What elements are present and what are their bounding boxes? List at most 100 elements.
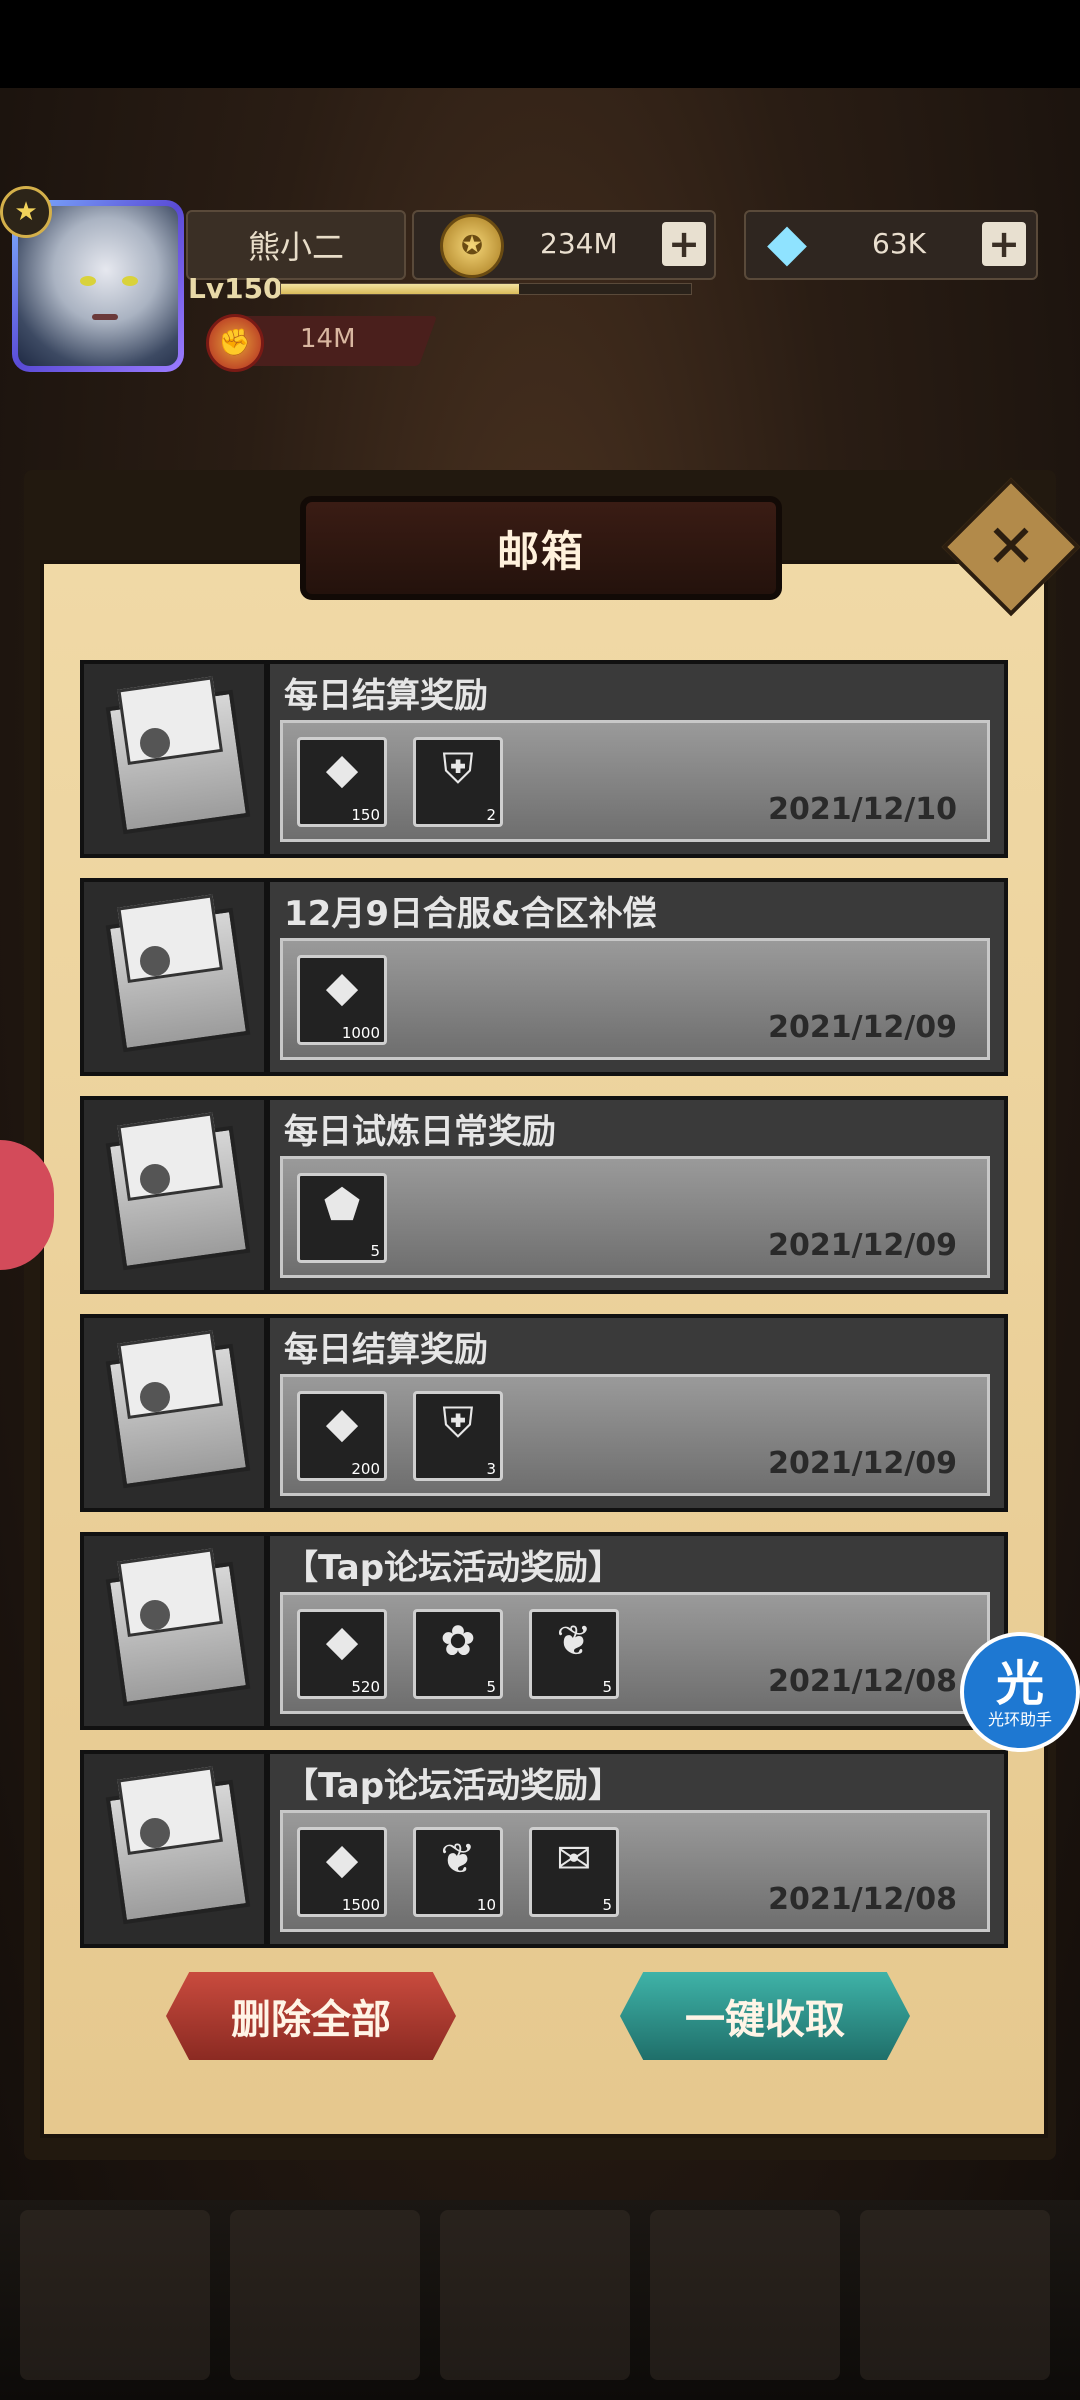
mail-date: 2021/12/08 (768, 1882, 957, 1917)
armor-icon: ⛨ (442, 1398, 474, 1447)
mail-attachments: ◆ 150 ⛨ 2 2021/12/10 (280, 720, 990, 842)
collect-all-button[interactable]: 一键收取 (620, 1972, 910, 2060)
reward-item[interactable]: ❦ 10 (413, 1827, 503, 1917)
delete-all-label: 删除全部 (231, 1997, 391, 2043)
fist-power-icon: ✊ (206, 314, 264, 372)
page-title: 邮箱 (496, 526, 585, 576)
nav-slot[interactable] (650, 2210, 840, 2380)
delete-all-button[interactable]: 删除全部 (166, 1972, 456, 2060)
reward-item[interactable]: ◆ 1000 (297, 955, 387, 1045)
mail-icon-box (80, 878, 268, 1076)
nav-slot[interactable] (230, 2210, 420, 2380)
nav-slot[interactable] (440, 2210, 630, 2380)
add-gold-button[interactable]: + (662, 222, 706, 266)
reward-item[interactable]: ◆ 150 (297, 737, 387, 827)
power-value: 14M (300, 324, 356, 354)
item-quantity: 520 (351, 1678, 380, 1696)
gems-value: 63K (872, 226, 926, 260)
mail-body: 【Tap论坛活动奖励】 ◆ 520 ✿ 5 ❦ 5 2021/12/08 (266, 1532, 1008, 1730)
mail-title: 【Tap论坛活动奖励】 (284, 1548, 623, 1588)
seal-icon (140, 946, 170, 976)
mail-icon-box (80, 1750, 268, 1948)
mailbox-title-bar: 邮箱 (300, 496, 782, 600)
item-quantity: 5 (486, 1678, 496, 1696)
envelope-icon (105, 1125, 251, 1271)
scroll-icon: ❦ (440, 1834, 476, 1883)
halo-helper-button[interactable]: 光 光环助手 (960, 1632, 1080, 1752)
mail-title: 【Tap论坛活动奖励】 (284, 1766, 623, 1806)
gold-value: 234M (540, 226, 618, 260)
mail-body: 每日结算奖励 ◆ 150 ⛨ 2 2021/12/10 (266, 660, 1008, 858)
item-quantity: 10 (476, 1896, 496, 1914)
nav-slot[interactable] (20, 2210, 210, 2380)
avatar-eye (80, 276, 96, 286)
ticket-icon: ✉ (556, 1834, 592, 1883)
reward-item[interactable]: ⛨ 2 (413, 737, 503, 827)
envelope-icon (105, 1561, 251, 1707)
seal-icon (140, 1164, 170, 1194)
crystal-icon: ⬟ (323, 1180, 361, 1229)
avatar-mouth (92, 314, 118, 320)
item-quantity: 200 (351, 1460, 380, 1478)
envelope-icon (105, 689, 251, 835)
reward-item[interactable]: ⬟ 5 (297, 1173, 387, 1263)
mail-title: 每日结算奖励 (284, 1330, 488, 1370)
mail-title: 12月9日合服&合区补偿 (284, 894, 657, 934)
mail-attachments: ◆ 1500 ❦ 10 ✉ 5 2021/12/08 (280, 1810, 990, 1932)
diamond-icon: ◆ (325, 962, 359, 1011)
mail-date: 2021/12/09 (768, 1446, 957, 1481)
close-icon[interactable]: ✕ (962, 498, 1060, 596)
mail-icon-box (80, 1096, 268, 1294)
mail-icon-box (80, 1532, 268, 1730)
diamond-icon: ◆ (325, 1834, 359, 1883)
avatar-eye (122, 276, 138, 286)
mail-date: 2021/12/08 (768, 1664, 957, 1699)
reward-item[interactable]: ✉ 5 (529, 1827, 619, 1917)
mail-body: 每日试炼日常奖励 ⬟ 5 2021/12/09 (266, 1096, 1008, 1294)
star-icon: ★ (0, 186, 52, 238)
seal-icon (140, 1382, 170, 1412)
gift-icon: ✿ (440, 1616, 476, 1665)
helper-icon: 光 (995, 1656, 1044, 1712)
reward-item[interactable]: ⛨ 3 (413, 1391, 503, 1481)
nav-slot[interactable] (860, 2210, 1050, 2380)
mail-row[interactable]: 【Tap论坛活动奖励】 ◆ 1500 ❦ 10 ✉ 5 2021/12/08 (80, 1750, 1008, 1948)
mail-attachments: ◆ 520 ✿ 5 ❦ 5 2021/12/08 (280, 1592, 990, 1714)
diamond-icon: ◆ (325, 744, 359, 793)
mail-row[interactable]: 每日结算奖励 ◆ 200 ⛨ 3 2021/12/09 (80, 1314, 1008, 1512)
mail-row[interactable]: 每日试炼日常奖励 ⬟ 5 2021/12/09 (80, 1096, 1008, 1294)
status-bar-area (0, 0, 1080, 88)
mail-body: 每日结算奖励 ◆ 200 ⛨ 3 2021/12/09 (266, 1314, 1008, 1512)
seal-icon (140, 728, 170, 758)
mail-row[interactable]: 每日结算奖励 ◆ 150 ⛨ 2 2021/12/10 (80, 660, 1008, 858)
exp-bar (280, 283, 692, 295)
item-quantity: 3 (486, 1460, 496, 1478)
mail-icon-box (80, 1314, 268, 1512)
mail-title: 每日试炼日常奖励 (284, 1112, 556, 1152)
mail-row[interactable]: 【Tap论坛活动奖励】 ◆ 520 ✿ 5 ❦ 5 2021/12/08 (80, 1532, 1008, 1730)
mail-icon-box (80, 660, 268, 858)
player-level: Lv150 (188, 272, 283, 305)
mail-date: 2021/12/10 (768, 792, 957, 827)
mail-body: 【Tap论坛活动奖励】 ◆ 1500 ❦ 10 ✉ 5 2021/12/08 (266, 1750, 1008, 1948)
exp-bar-fill (281, 284, 519, 294)
mail-date: 2021/12/09 (768, 1228, 957, 1263)
reward-item[interactable]: ◆ 520 (297, 1609, 387, 1699)
item-quantity: 150 (351, 806, 380, 824)
mail-date: 2021/12/09 (768, 1010, 957, 1045)
collect-all-label: 一键收取 (685, 1997, 845, 2043)
reward-item[interactable]: ◆ 200 (297, 1391, 387, 1481)
reward-item[interactable]: ✿ 5 (413, 1609, 503, 1699)
helper-label: 光环助手 (987, 1710, 1052, 1729)
seal-icon (140, 1818, 170, 1848)
item-quantity: 1000 (341, 1024, 380, 1042)
add-gems-button[interactable]: + (982, 222, 1026, 266)
mail-title: 每日结算奖励 (284, 676, 488, 716)
mail-attachments: ◆ 200 ⛨ 3 2021/12/09 (280, 1374, 990, 1496)
item-quantity: 1500 (341, 1896, 380, 1914)
mail-row[interactable]: 12月9日合服&合区补偿 ◆ 1000 2021/12/09 (80, 878, 1008, 1076)
reward-item[interactable]: ❦ 5 (529, 1609, 619, 1699)
item-quantity: 5 (370, 1242, 380, 1260)
envelope-icon (105, 1343, 251, 1489)
reward-item[interactable]: ◆ 1500 (297, 1827, 387, 1917)
